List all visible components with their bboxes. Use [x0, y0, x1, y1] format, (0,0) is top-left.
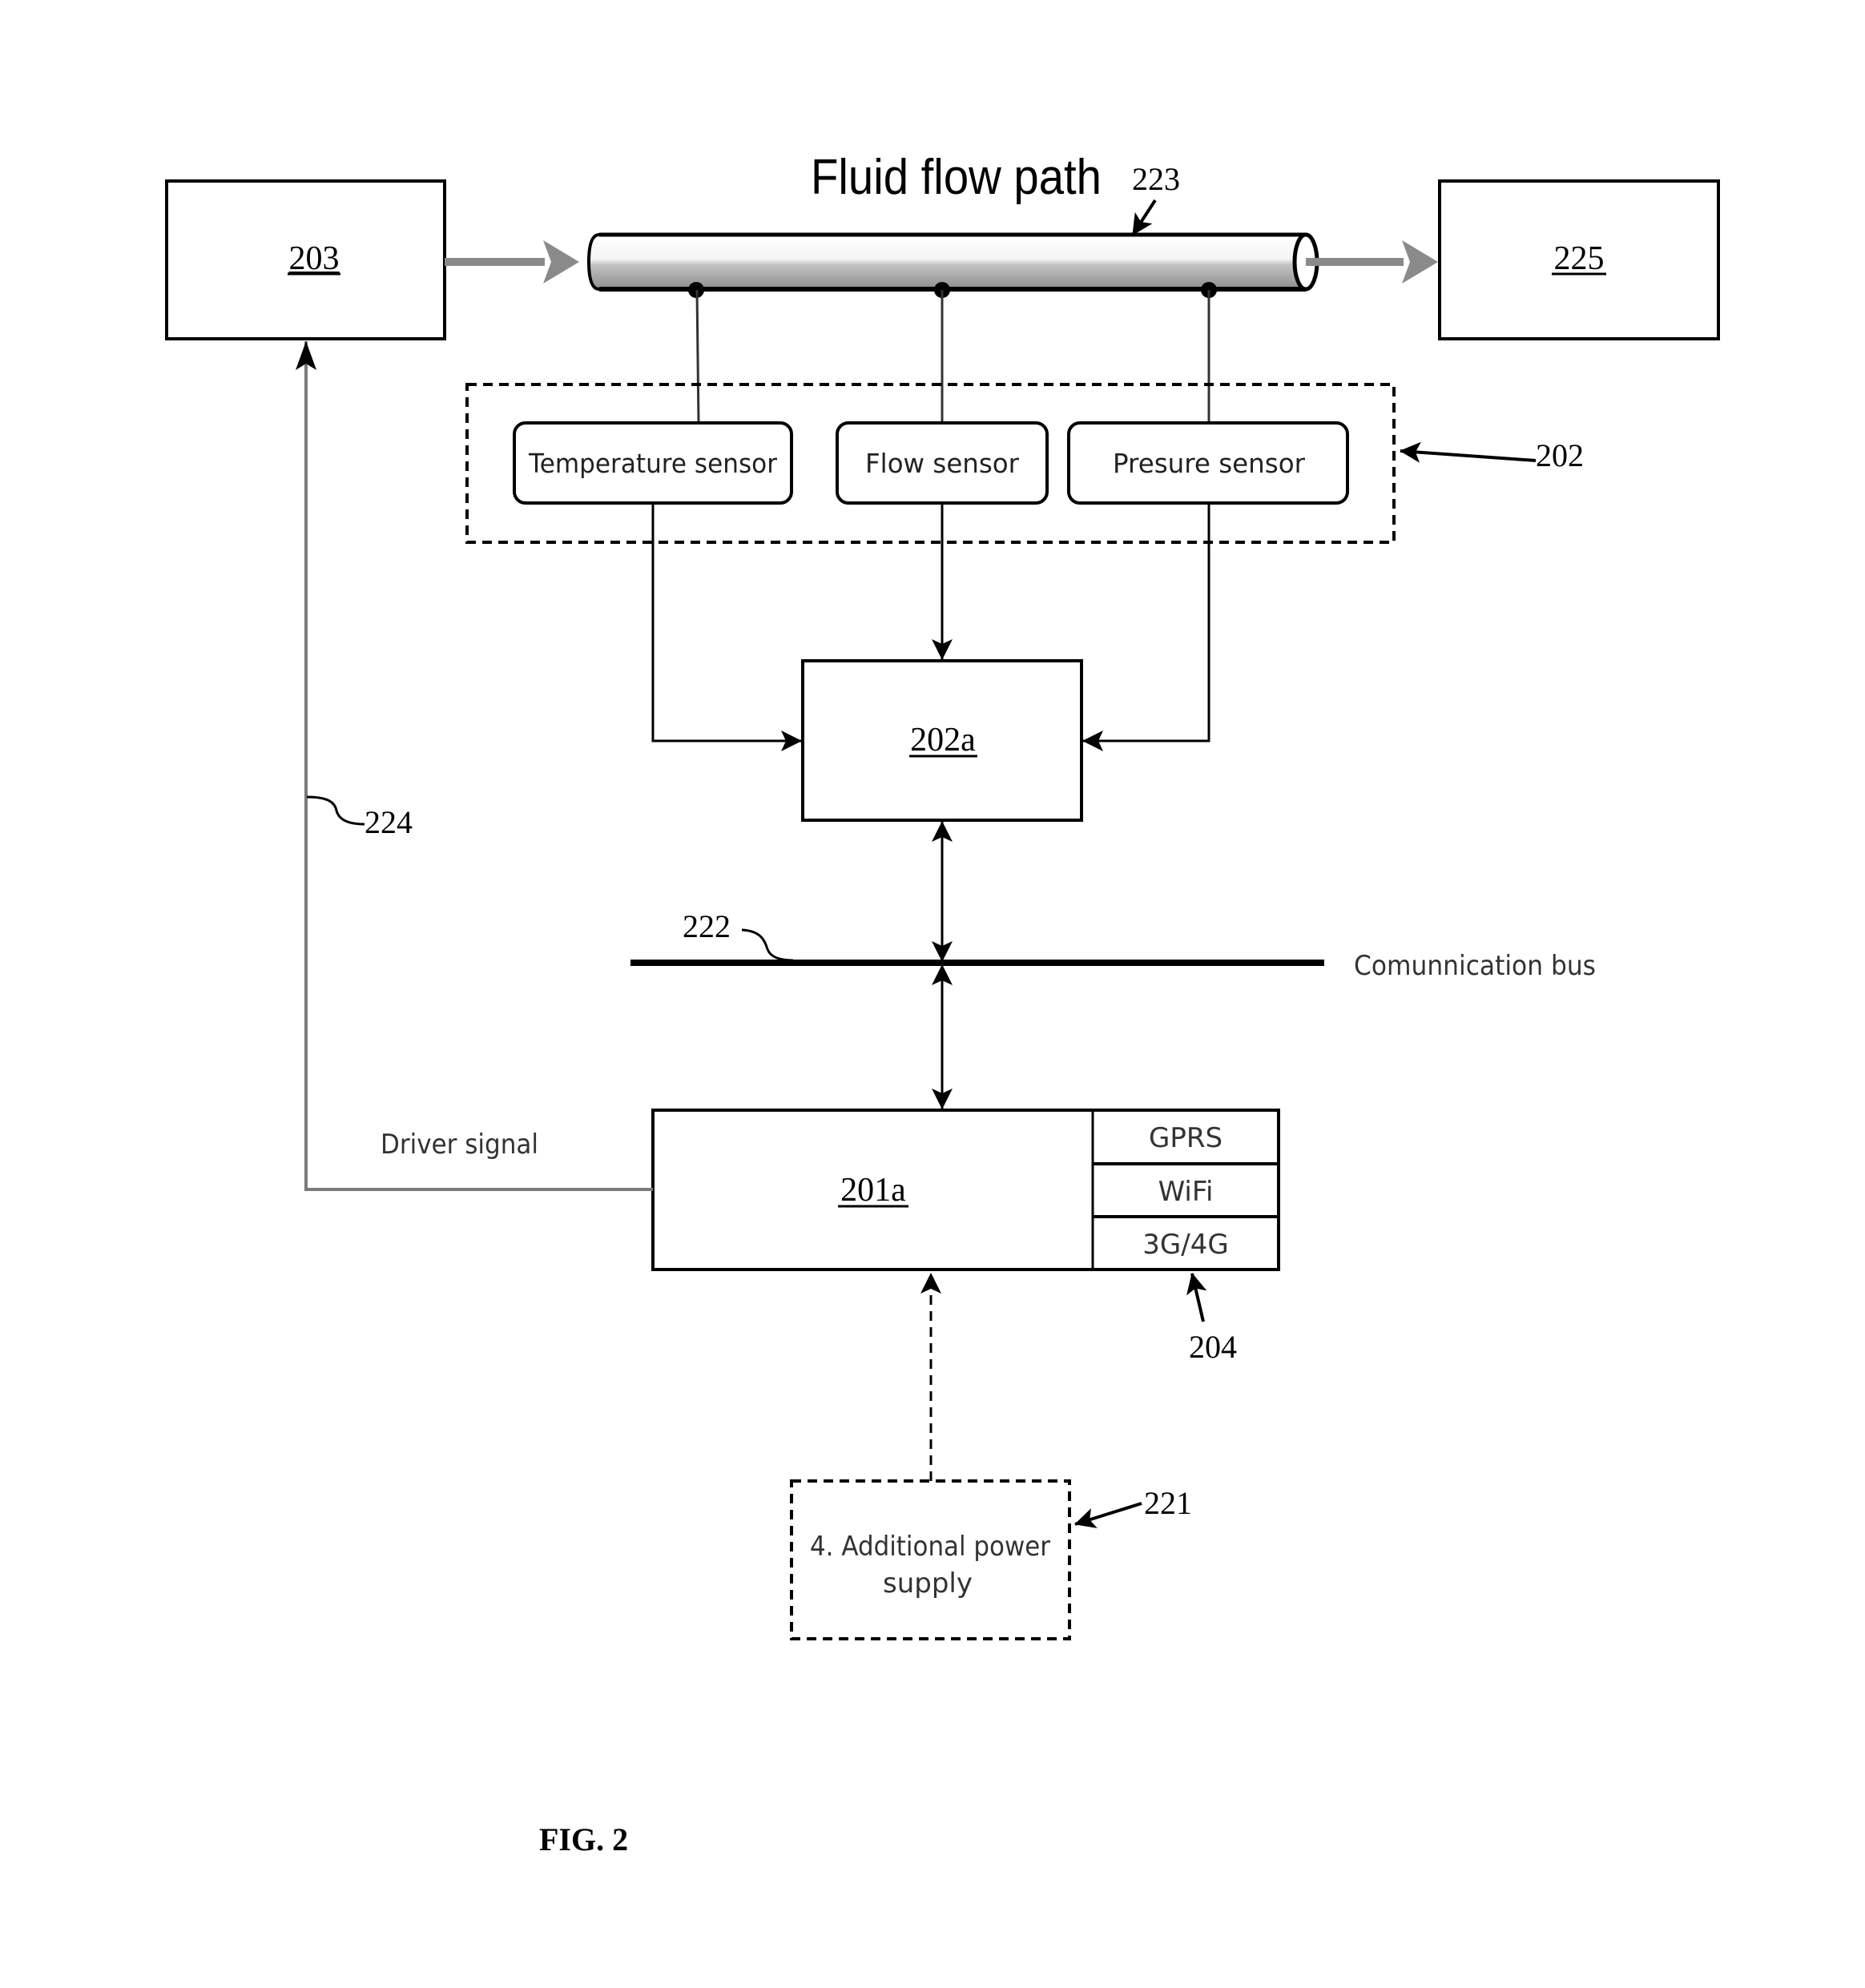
temperature-sensor: Temperature sensor	[513, 421, 793, 505]
ref-224: 224	[365, 804, 413, 840]
pressure-sensor: Presure sensor	[1067, 421, 1349, 505]
flow-arrow-out	[1306, 240, 1438, 284]
ref-204-leader	[1186, 1273, 1207, 1322]
block-202a: 202a	[801, 659, 1083, 822]
ref-202-leader	[1400, 441, 1537, 463]
comm-module-gprs: GPRS	[1149, 1122, 1223, 1154]
fluid-flow-path-title: Fluid flow path	[811, 150, 1102, 205]
ref-204: 204	[1189, 1329, 1237, 1365]
ref-202: 202	[1536, 437, 1584, 473]
sensor-taps	[688, 282, 1217, 424]
ref-221: 221	[1144, 1485, 1192, 1521]
comm-module-3g4g: 3G/4G	[1142, 1229, 1228, 1261]
ref-223-leader	[1131, 199, 1157, 236]
flow-arrow-in	[445, 240, 579, 284]
pipe-223	[586, 232, 1319, 292]
power-supply-line2: supply	[883, 1567, 973, 1600]
additional-power-supply-221: 4. Additional power supply	[790, 1479, 1071, 1640]
driver-signal-label: Driver signal	[381, 1129, 538, 1161]
ref-224-leader	[306, 795, 365, 826]
temperature-sensor-label: Temperature sensor	[528, 448, 777, 479]
block-201a-label: 201a	[840, 1172, 906, 1209]
block-225-label: 225	[1554, 240, 1605, 277]
block-225: 225	[1438, 179, 1720, 340]
power-supply-line1: 4. Additional power	[810, 1531, 1050, 1563]
block-203: 203	[165, 179, 446, 340]
flow-sensor: Flow sensor	[836, 421, 1049, 505]
ref-222: 222	[683, 908, 731, 944]
pressure-sensor-label: Presure sensor	[1113, 448, 1305, 479]
figure-caption: FIG. 2	[539, 1821, 628, 1857]
flow-sensor-label: Flow sensor	[865, 448, 1019, 479]
ref-222-leader	[741, 928, 794, 962]
ref-223: 223	[1132, 161, 1180, 197]
ref-221-leader	[1074, 1502, 1142, 1528]
comm-module-wifi: WiFi	[1158, 1176, 1214, 1208]
block-202a-label: 202a	[910, 722, 976, 759]
fig2-diagram: Fluid flow path 223 203 225 202 Temperat…	[165, 150, 1720, 1857]
block-203-label: 203	[289, 240, 340, 277]
communication-bus-label: Comunnication bus	[1354, 950, 1596, 982]
